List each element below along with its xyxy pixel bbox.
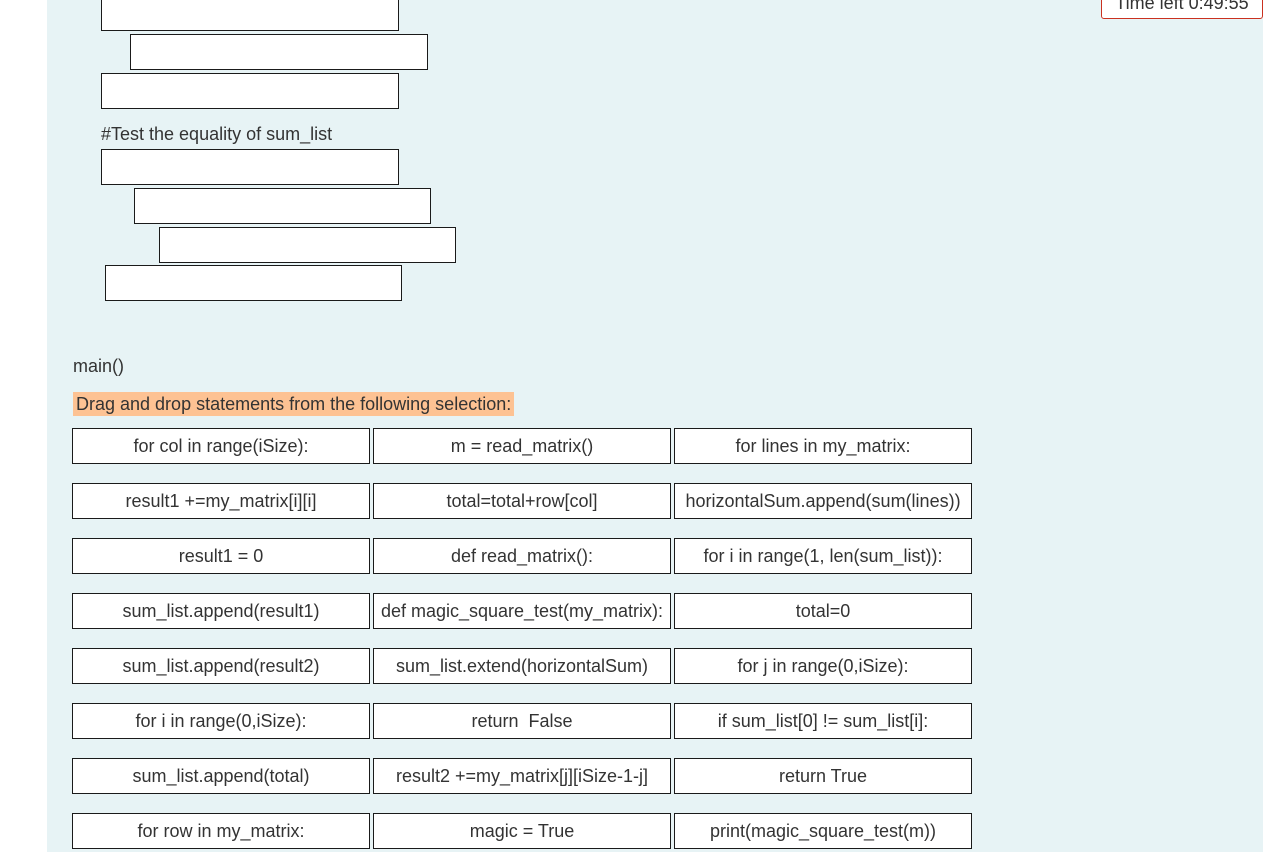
drop-zone[interactable] (101, 0, 399, 31)
draggable-statement[interactable]: print(magic_square_test(m)) (674, 813, 972, 849)
instruction-label: Drag and drop statements from the follow… (73, 392, 515, 416)
time-left-indicator: Time left 0:49:55 (1101, 0, 1263, 19)
draggable-statement[interactable]: return True (674, 758, 972, 794)
drop-zone[interactable] (101, 73, 399, 109)
code-comment: #Test the equality of sum_list (101, 124, 333, 144)
draggable-statement[interactable]: total=0 (674, 593, 972, 629)
draggable-statement[interactable]: for col in range(iSize): (72, 428, 370, 464)
draggable-statement[interactable]: sum_list.append(result1) (72, 593, 370, 629)
draggable-statement[interactable]: m = read_matrix() (373, 428, 671, 464)
drag-choices-grid: for col in range(iSize): m = read_matrix(… (72, 428, 972, 849)
draggable-statement[interactable]: if sum_list[0] != sum_list[i]: (674, 703, 972, 739)
draggable-statement[interactable]: magic = True (373, 813, 671, 849)
draggable-statement[interactable]: for row in my_matrix: (72, 813, 370, 849)
code-main-call: main() (73, 356, 125, 376)
drop-zone[interactable] (105, 265, 402, 301)
drop-zone[interactable] (134, 188, 431, 224)
draggable-statement[interactable]: result1 +=my_matrix[i][i] (72, 483, 370, 519)
draggable-statement[interactable]: result1 = 0 (72, 538, 370, 574)
draggable-statement[interactable]: sum_list.extend(horizontalSum) (373, 648, 671, 684)
drop-zone[interactable] (130, 34, 428, 70)
draggable-statement[interactable]: result2 +=my_matrix[j][iSize-1-j] (373, 758, 671, 794)
draggable-statement[interactable]: return False (373, 703, 671, 739)
draggable-statement[interactable]: horizontalSum.append(sum(lines)) (674, 483, 972, 519)
drop-zone[interactable] (159, 227, 456, 263)
draggable-statement[interactable]: total=total+row[col] (373, 483, 671, 519)
draggable-statement[interactable]: sum_list.append(result2) (72, 648, 370, 684)
quiz-page: Time left 0:49:55 #Test the equality of … (0, 0, 1280, 852)
draggable-statement[interactable]: for i in range(0,iSize): (72, 703, 370, 739)
draggable-statement[interactable]: def magic_square_test(my_matrix): (373, 593, 671, 629)
draggable-statement[interactable]: for j in range(0,iSize): (674, 648, 972, 684)
drop-zone[interactable] (101, 149, 399, 185)
draggable-statement[interactable]: def read_matrix(): (373, 538, 671, 574)
draggable-statement[interactable]: for i in range(1, len(sum_list)): (674, 538, 972, 574)
draggable-statement[interactable]: sum_list.append(total) (72, 758, 370, 794)
draggable-statement[interactable]: for lines in my_matrix: (674, 428, 972, 464)
